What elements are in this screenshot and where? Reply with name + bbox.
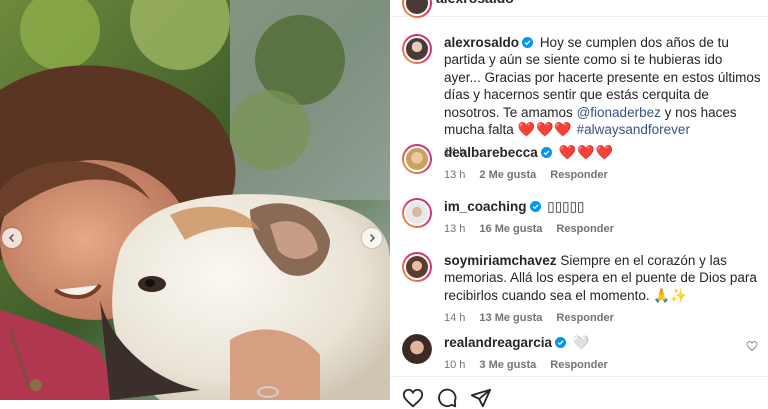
comment-time[interactable]: 13 h bbox=[444, 169, 465, 181]
comment-username[interactable]: soymiriamchavez bbox=[444, 253, 557, 268]
chevron-right-icon bbox=[369, 233, 376, 243]
comment-text: 🤍 bbox=[572, 335, 590, 350]
commenter-avatar[interactable] bbox=[402, 144, 432, 174]
reply-button[interactable]: Responder bbox=[550, 359, 607, 371]
verified-badge-icon bbox=[555, 337, 567, 348]
commenter-avatar[interactable] bbox=[402, 252, 432, 282]
carousel-next-button[interactable] bbox=[362, 228, 382, 248]
photo-illustration bbox=[0, 0, 390, 400]
commenter-avatar[interactable] bbox=[402, 334, 432, 364]
verified-badge-icon bbox=[540, 147, 552, 158]
comment-likes[interactable]: 3 Me gusta bbox=[479, 359, 536, 371]
carousel-prev-button[interactable] bbox=[2, 228, 22, 248]
comment-username[interactable]: im_coaching bbox=[444, 199, 527, 214]
post-header: alexrosaldo bbox=[390, 0, 768, 18]
verified-badge-icon bbox=[522, 37, 534, 48]
reply-button[interactable]: Responder bbox=[550, 169, 607, 181]
caption-mention[interactable]: @fionaderbez bbox=[577, 105, 661, 120]
comment-likes[interactable]: 13 Me gusta bbox=[479, 312, 542, 324]
share-icon[interactable] bbox=[470, 387, 492, 409]
comment-likes[interactable]: 2 Me gusta bbox=[479, 169, 536, 181]
caption-emoji: ❤️❤️❤️ bbox=[517, 121, 573, 138]
heart-icon[interactable] bbox=[402, 387, 424, 409]
comment-likes[interactable]: 16 Me gusta bbox=[479, 223, 542, 235]
reply-button[interactable]: Responder bbox=[556, 223, 613, 235]
comment-time[interactable]: 10 h bbox=[444, 359, 465, 371]
comment-username[interactable]: realandreagarcia bbox=[444, 335, 552, 350]
commenter-avatar[interactable] bbox=[402, 198, 432, 228]
verified-badge-icon bbox=[529, 201, 541, 212]
post-action-bar bbox=[390, 376, 768, 409]
author-avatar[interactable] bbox=[402, 0, 432, 18]
reply-button[interactable]: Responder bbox=[556, 312, 613, 324]
comment-time[interactable]: 14 h bbox=[444, 312, 465, 324]
comment-like-icon[interactable] bbox=[746, 340, 758, 352]
comment-text: ▯▯▯▯▯ bbox=[547, 199, 585, 214]
caption-hashtag[interactable]: #alwaysandforever bbox=[577, 122, 690, 137]
comment-text: ❤️❤️❤️ bbox=[558, 144, 614, 160]
caption-username[interactable]: alexrosaldo bbox=[444, 35, 519, 50]
post-photo bbox=[0, 0, 390, 400]
author-avatar[interactable] bbox=[402, 34, 432, 64]
comment-username[interactable]: dealbarebecca bbox=[444, 145, 538, 160]
comment-icon[interactable] bbox=[436, 387, 458, 409]
chevron-left-icon bbox=[8, 233, 15, 243]
comments-panel: alexrosaldo alexrosaldo Hoy se cumplen d… bbox=[390, 0, 768, 408]
author-username[interactable]: alexrosaldo bbox=[436, 0, 514, 6]
comment-time[interactable]: 13 h bbox=[444, 223, 465, 235]
